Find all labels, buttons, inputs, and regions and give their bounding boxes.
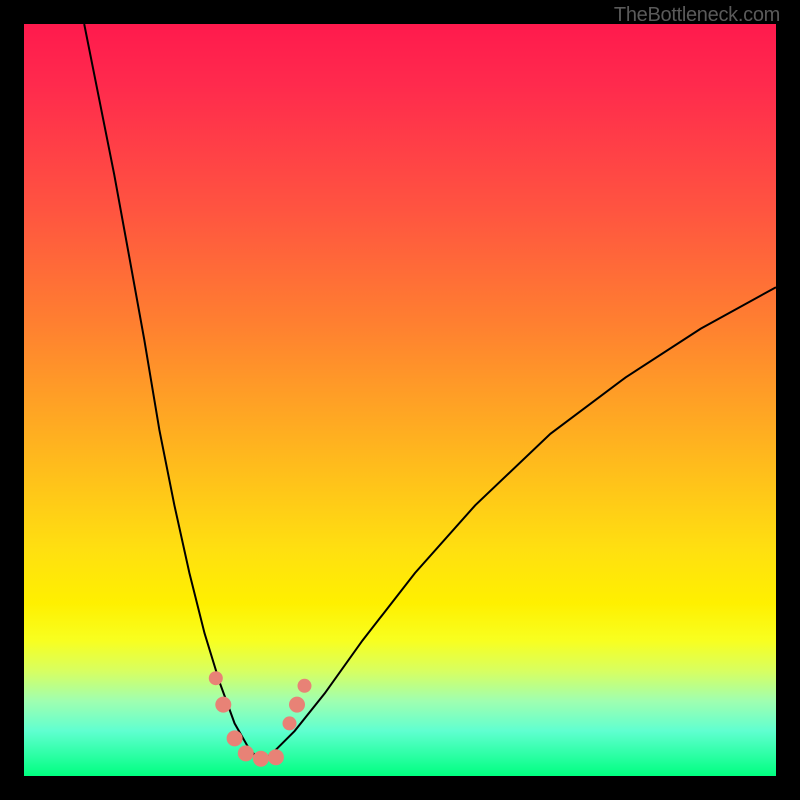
marker-group: [209, 671, 312, 767]
data-marker: [215, 697, 231, 713]
data-marker: [227, 730, 243, 746]
data-marker: [268, 749, 284, 765]
data-marker: [253, 751, 269, 767]
chart-svg: [24, 24, 776, 776]
data-marker: [209, 671, 223, 685]
data-marker: [283, 716, 297, 730]
curve-right-arm: [261, 287, 776, 761]
data-marker: [238, 745, 254, 761]
data-marker: [298, 679, 312, 693]
data-marker: [289, 697, 305, 713]
curve-left-arm: [84, 24, 261, 761]
watermark: TheBottleneck.com: [614, 4, 780, 27]
